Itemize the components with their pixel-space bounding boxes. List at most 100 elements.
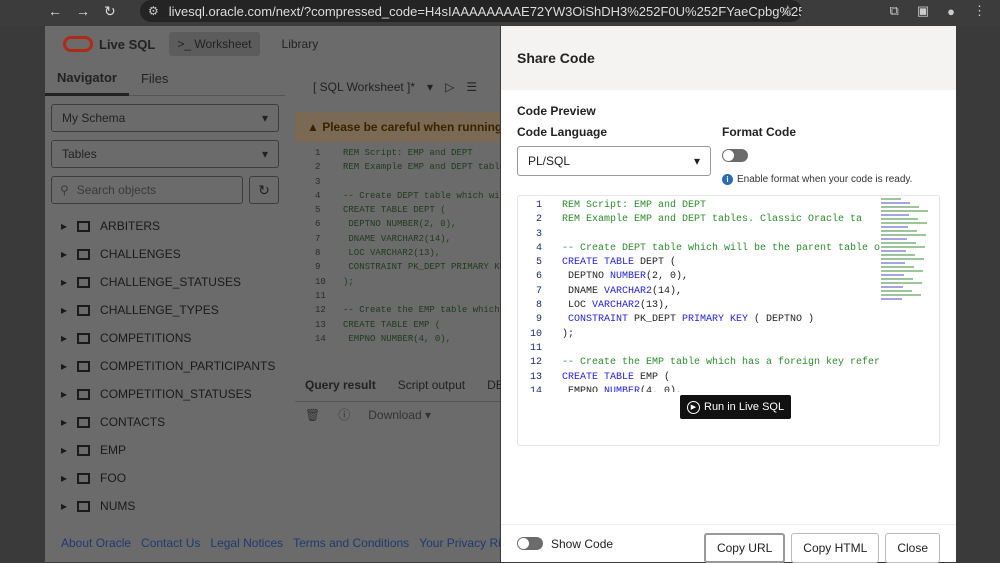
table-tree-item[interactable]: ▸ CHALLENGE_TYPES — [45, 296, 285, 324]
expand-arrow-icon[interactable]: ▸ — [61, 219, 67, 233]
line-number: 14 — [529, 385, 542, 392]
profile-avatar[interactable]: ● — [947, 4, 955, 19]
expand-arrow-icon[interactable]: ▸ — [61, 247, 67, 261]
expand-arrow-icon[interactable]: ▸ — [61, 275, 67, 289]
schema-select-value: My Schema — [62, 111, 126, 125]
table-tree-item[interactable]: ▸ COMPETITION_PARTICIPANTS — [45, 352, 285, 380]
code-token: (4, 0), — [640, 385, 683, 392]
trash-icon[interactable]: 🗑 — [305, 408, 320, 422]
tab-query-result[interactable]: Query result — [305, 378, 376, 392]
minimap-line — [881, 282, 922, 284]
minimap-line — [881, 294, 921, 296]
footer-link[interactable]: Your Privacy Ri — [419, 536, 501, 550]
table-tree-item[interactable]: ▸ EMP — [45, 436, 285, 464]
expand-arrow-icon[interactable]: ▸ — [61, 471, 67, 485]
table-tree-item[interactable]: ▸ CHALLENGES — [45, 240, 285, 268]
line-number: 7 — [535, 285, 542, 297]
close-button[interactable]: Close — [885, 533, 940, 563]
tab-files[interactable]: Files — [129, 63, 180, 94]
back-icon[interactable]: ← — [48, 3, 62, 19]
footer-link[interactable]: Contact Us — [141, 536, 200, 550]
table-tree-item[interactable]: ▸ FOO — [45, 464, 285, 492]
code-token: ); — [562, 328, 575, 340]
livesql-app: Live SQL >_ Worksheet Library Navigator … — [45, 26, 629, 562]
copy-url-button[interactable]: Copy URL — [703, 533, 786, 563]
download-button[interactable]: Download ▾ — [368, 408, 431, 422]
expand-arrow-icon[interactable]: ▸ — [61, 359, 67, 373]
tab-script-output[interactable]: Script output — [398, 378, 465, 392]
schema-select[interactable]: My Schema ▾ — [51, 104, 279, 132]
code-token: CONSTRAINT — [343, 262, 403, 273]
logo[interactable]: Live SQL — [63, 36, 155, 52]
code-language-select[interactable]: PL/SQL ▾ — [517, 146, 711, 176]
footer-link[interactable]: Terms and Conditions — [293, 536, 409, 550]
address-bar[interactable]: ⚙ livesql.oracle.com/next/?compressed_co… — [140, 0, 802, 22]
table-tree-item[interactable]: ▸ COMPETITION_STATUSES — [45, 380, 285, 408]
sidepanel-icon[interactable]: ▣ — [917, 3, 929, 19]
table-name: CHALLENGE_TYPES — [100, 303, 219, 317]
footer-link[interactable]: About Oracle — [61, 536, 131, 550]
expand-arrow-icon[interactable]: ▸ — [61, 499, 67, 513]
code-token: ( DEPTNO ) — [748, 314, 815, 326]
table-name: COMPETITION_STATUSES — [100, 387, 252, 401]
copy-html-button[interactable]: Copy HTML — [791, 533, 880, 563]
info-icon: i — [722, 174, 733, 185]
bookmark-star-icon[interactable]: ☆ — [781, 2, 794, 19]
tab-navigator[interactable]: Navigator — [45, 62, 129, 96]
table-tree-item[interactable]: ▸ ARBITERS — [45, 212, 285, 240]
code-token: ); — [343, 276, 354, 287]
line-number: 8 — [535, 300, 542, 312]
minimap-line — [881, 254, 915, 256]
forward-icon[interactable]: → — [76, 3, 90, 19]
table-tree-item[interactable]: ▸ NUMS — [45, 492, 285, 520]
run-in-livesql-button[interactable]: ▶ Run in Live SQL — [680, 395, 792, 419]
expand-arrow-icon[interactable]: ▸ — [61, 443, 67, 457]
options-row: Code Language PL/SQL ▾ Format Code i Enabl… — [517, 125, 940, 185]
menu-icon[interactable]: ⋮ — [973, 3, 986, 19]
code-token: EMPNO — [343, 333, 381, 344]
expand-arrow-icon[interactable]: ▸ — [61, 387, 67, 401]
worksheet-tab[interactable]: [ SQL Worksheet ]* — [313, 80, 415, 94]
table-tree-item[interactable]: ▸ CHALLENGE_STATUSES — [45, 268, 285, 296]
table-tree-item[interactable]: ▸ COMPETITIONS — [45, 324, 285, 352]
bg-code-line: 14 EMPNO NUMBER(4, 0), — [315, 332, 500, 346]
format-code-toggle[interactable] — [722, 149, 748, 162]
info-icon[interactable]: ⓘ — [338, 406, 350, 423]
minimap-line — [881, 234, 926, 236]
line-number: 8 — [315, 248, 321, 259]
code-language-label: Code Language — [517, 125, 608, 139]
code-minimap[interactable] — [881, 198, 929, 308]
expand-arrow-icon[interactable]: ▸ — [61, 415, 67, 429]
search-input[interactable]: ⚲ Search objects — [51, 176, 243, 204]
refresh-button[interactable]: ↻ — [249, 176, 279, 204]
code-token: (4, 0), — [413, 333, 452, 344]
code-editor[interactable]: 1 REM Script: EMP and DEPT 2 REM Example EM… — [518, 196, 939, 392]
show-code-toggle[interactable] — [517, 537, 543, 550]
bg-code-line: 3 — [315, 175, 500, 189]
code-token: CREATE TABLE — [343, 205, 408, 216]
site-info-icon[interactable]: ⚙ — [148, 4, 159, 18]
minimap-line — [881, 286, 903, 288]
table-tree-item[interactable]: ▸ CONTACTS — [45, 408, 285, 436]
tab-library[interactable]: Library — [274, 32, 327, 56]
code-token: (14), — [424, 233, 452, 244]
code-language-value: PL/SQL — [528, 154, 571, 168]
bg-code-line: 12 -- Create the EMP table which has a fo… — [315, 303, 629, 317]
expand-arrow-icon[interactable]: ▸ — [61, 303, 67, 317]
editor-code[interactable]: 1 REM Script: EMP and DEPT 2 REM Example EM… — [295, 146, 629, 346]
app-topbar: Live SQL >_ Worksheet Library — [45, 26, 500, 62]
format-hint: i Enable format when your code is ready. — [722, 174, 912, 185]
table-tree: ▸ ARBITERS ▸ CHALLENGES ▸ CHALLENGE_STATUSES ▸… — [45, 212, 285, 520]
browser-icons: ⧉ ▣ ● ⋮ — [890, 0, 1000, 22]
footer-link[interactable]: Legal Notices — [210, 536, 283, 550]
code-token: DEPTNO — [343, 219, 387, 230]
run-icon[interactable]: ▷ — [445, 80, 454, 94]
expand-arrow-icon[interactable]: ▸ — [61, 331, 67, 345]
code-token: PK_DEPT — [628, 314, 683, 326]
extensions-icon[interactable]: ⧉ — [890, 3, 899, 19]
tab-worksheet[interactable]: >_ Worksheet — [169, 32, 260, 56]
object-type-select[interactable]: Tables ▾ — [51, 140, 279, 168]
reload-icon[interactable]: ↻ — [104, 3, 116, 20]
script-icon[interactable]: ☰ — [466, 80, 477, 94]
chevron-down-icon[interactable]: ▾ — [427, 80, 433, 94]
